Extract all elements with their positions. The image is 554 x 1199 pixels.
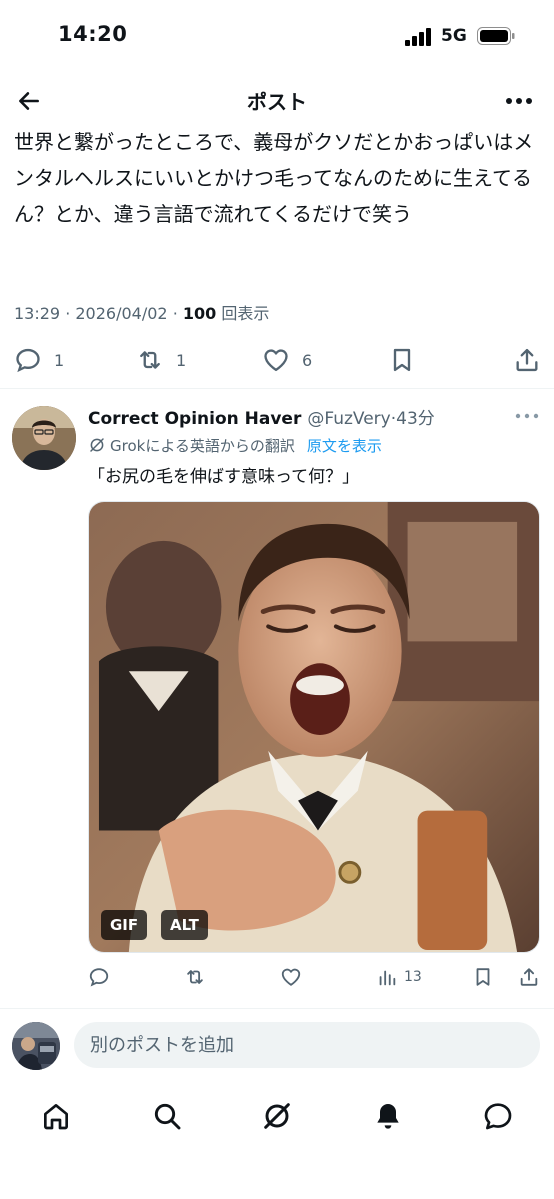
- heart-icon: [264, 349, 288, 372]
- like-count: 6: [302, 350, 313, 370]
- nav-bar: ポスト: [0, 78, 554, 122]
- compose-input[interactable]: [74, 1022, 540, 1068]
- more-horizontal-icon: [506, 98, 532, 104]
- divider: [0, 388, 554, 389]
- message-icon: [484, 1103, 512, 1130]
- avatar-image: [12, 1022, 60, 1070]
- speech-bubble-icon: [89, 968, 109, 987]
- battery-icon: [477, 27, 515, 45]
- speech-bubble-icon: [16, 348, 40, 373]
- reply-author-name[interactable]: Correct Opinion Haver: [88, 409, 301, 429]
- post-text: 世界と繋がったところで、義母がクソだとかおっぱいはメンタルヘルスにいいとかけつ毛…: [14, 130, 534, 226]
- search-icon: [154, 1103, 181, 1130]
- reply-handle[interactable]: @FuzVery: [307, 409, 390, 429]
- compose-bar: [0, 1014, 554, 1078]
- gif-image: [89, 502, 539, 952]
- avatar-image: [12, 406, 76, 470]
- meta-separator: ·: [172, 304, 183, 323]
- divider: [0, 1008, 554, 1009]
- reply-reply-button[interactable]: [88, 966, 110, 988]
- view-count: 100: [182, 304, 217, 323]
- bookmark-button[interactable]: [388, 344, 416, 376]
- reply-like-button[interactable]: [280, 966, 302, 988]
- bookmark-icon: [393, 348, 411, 372]
- home-icon: [44, 1104, 68, 1130]
- bell-icon: [377, 1104, 399, 1129]
- avatar[interactable]: [12, 406, 76, 470]
- reply-age: 43分: [396, 409, 435, 429]
- view-label: 回表示: [221, 304, 270, 323]
- status-time: 14:20: [58, 22, 128, 46]
- repost-count: 1: [176, 350, 187, 370]
- share-icon: [520, 968, 538, 986]
- reply-view-count: 13: [404, 969, 422, 985]
- reply-share-button[interactable]: [518, 966, 540, 988]
- reply-text: 「お尻の毛を伸ばす意味って何？」: [88, 467, 360, 487]
- heart-icon: [281, 968, 301, 986]
- gif-media[interactable]: GIF ALT: [88, 501, 540, 953]
- share-icon: [516, 348, 538, 372]
- post-time: 13:29: [14, 304, 61, 323]
- repost-icon: [140, 351, 160, 369]
- repost-icon: [187, 970, 203, 984]
- page-title: ポスト: [247, 90, 307, 114]
- grok-slash-icon: [90, 438, 104, 452]
- grok-slash-icon: [264, 1103, 290, 1129]
- reply-header: Correct Opinion Haver @FuzVery·43分: [88, 404, 548, 430]
- more-horizontal-icon[interactable]: [514, 406, 540, 426]
- tab-home[interactable]: [36, 1096, 76, 1136]
- avatar[interactable]: [12, 1022, 60, 1070]
- tab-bar: [0, 1086, 554, 1146]
- status-bar: 14:20 5G: [0, 0, 554, 70]
- translation-label: Grokによる英語からの翻訳: [110, 436, 295, 455]
- reply-repost-button[interactable]: [184, 966, 206, 988]
- reply-actions: 13: [88, 962, 548, 996]
- network-label: 5G: [441, 26, 467, 46]
- reply-post[interactable]: Correct Opinion Haver @FuzVery·43分 Grokによ…: [0, 392, 554, 1012]
- tab-search[interactable]: [147, 1096, 187, 1136]
- bar-chart-icon: [379, 970, 396, 986]
- reply-count: 1: [54, 350, 65, 370]
- reply-bookmark-button[interactable]: [472, 966, 494, 988]
- post-date: 2026/04/02: [75, 304, 168, 323]
- translation-row: Grokによる英語からの翻訳 原文を表示: [88, 434, 382, 456]
- tab-grok[interactable]: [257, 1096, 297, 1136]
- post-meta: 13:29 · 2026/04/02 · 100 回表示: [14, 300, 269, 324]
- tab-messages[interactable]: [478, 1096, 518, 1136]
- reply-button[interactable]: 1: [14, 344, 64, 376]
- more-button[interactable]: [502, 84, 536, 118]
- gif-badge: GIF: [101, 910, 148, 940]
- share-button[interactable]: [513, 344, 541, 376]
- post-actions: 1 1 6: [0, 338, 554, 382]
- alt-badge[interactable]: ALT: [161, 910, 208, 940]
- reply-views-button[interactable]: 13: [376, 966, 422, 988]
- meta-separator: ·: [65, 304, 76, 323]
- repost-button[interactable]: 1: [136, 344, 186, 376]
- like-button[interactable]: 6: [262, 344, 312, 376]
- signal-icon: [405, 28, 431, 46]
- show-original-link[interactable]: 原文を表示: [307, 435, 382, 456]
- bookmark-icon: [476, 968, 490, 986]
- tab-notifications[interactable]: [368, 1096, 408, 1136]
